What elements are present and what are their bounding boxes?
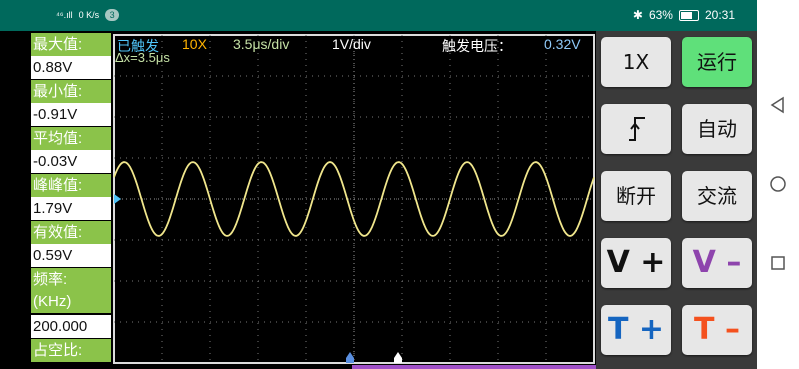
pp-value: 1.79V	[31, 197, 111, 220]
time-plus-button[interactable]: T +	[601, 305, 671, 355]
freq-unit: (KHz)	[31, 290, 111, 313]
scope-screen[interactable]: 已触发 10X 3.5μs/div 1V/div 触发电压： 0.32V Δx=…	[112, 33, 596, 367]
volts-plus-button[interactable]: V +	[601, 238, 671, 288]
avg-value: -0.03V	[31, 150, 111, 173]
trigger-level-marker[interactable]	[114, 194, 121, 204]
timebase-readout: 3.5μs/div	[233, 36, 290, 52]
max-label: 最大值:	[31, 33, 111, 56]
recents-icon[interactable]	[769, 254, 787, 272]
freq-value: 200.000	[31, 315, 111, 338]
home-icon[interactable]	[769, 175, 787, 193]
cursor-marker-blue[interactable]	[346, 352, 354, 363]
delta-x-readout: Δx=3.5μs	[115, 50, 170, 65]
rms-label: 有效值:	[31, 221, 111, 244]
trigger-level-label: 触发电压：	[442, 38, 512, 54]
cursor-marker-white[interactable]	[394, 352, 402, 363]
navigation-bar	[757, 0, 799, 369]
min-label: 最小值:	[31, 80, 111, 103]
time-minus-button[interactable]: T –	[682, 305, 752, 355]
measurement-panel: 最大值: 0.88V 最小值: -0.91V 平均值: -0.03V 峰峰值: …	[0, 31, 112, 369]
coupling-button[interactable]: 交流	[682, 171, 752, 221]
bottom-accent-strip	[352, 365, 596, 369]
volts-div-readout: 1V/div	[332, 36, 371, 52]
battery-percent: 63%	[648, 8, 673, 22]
control-panel: 1X 运行 自动 断开 交流 V + V – T + T –	[596, 31, 757, 369]
disconnect-button[interactable]: 断开	[601, 171, 671, 221]
avg-label: 平均值:	[31, 127, 111, 150]
scope-grid	[113, 34, 595, 364]
pp-label: 峰峰值:	[31, 174, 111, 197]
rising-edge-icon	[629, 117, 645, 141]
auto-button[interactable]: 自动	[682, 104, 752, 154]
back-icon[interactable]	[769, 96, 787, 114]
run-button[interactable]: 运行	[682, 37, 752, 87]
trigger-level-value: 0.32V	[544, 36, 581, 52]
probe-indicator: 10X	[182, 36, 207, 52]
min-value: -0.91V	[31, 103, 111, 126]
bluetooth-icon: ✱	[632, 8, 643, 22]
probe-button[interactable]: 1X	[601, 37, 671, 87]
freq-label: 频率:	[31, 268, 111, 291]
duty-label: 占空比:	[31, 339, 111, 362]
rms-value: 0.59V	[31, 244, 111, 267]
volts-minus-button[interactable]: V –	[682, 238, 752, 288]
network-speed: 0 K/s	[78, 10, 100, 20]
clock: 20:31	[704, 8, 735, 22]
battery-icon	[678, 9, 699, 21]
trigger-edge-button[interactable]	[601, 104, 671, 154]
status-bar: ⁴⁶.ıll 0 K/s 3 ✱ 63% 20:31	[0, 0, 757, 31]
notification-count: 3	[105, 9, 120, 21]
signal-icon: ⁴⁶.ıll	[56, 10, 73, 20]
max-value: 0.88V	[31, 56, 111, 79]
